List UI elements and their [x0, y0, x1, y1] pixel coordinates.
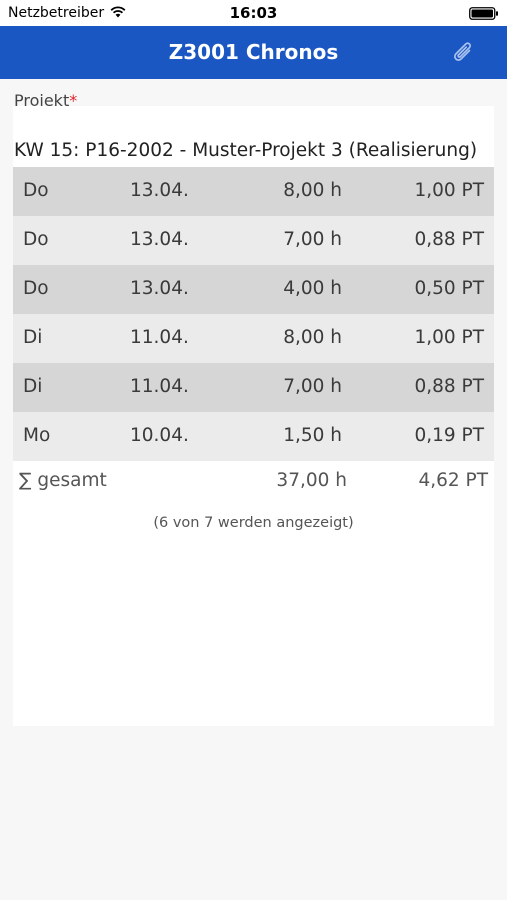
total-hours: 37,00 h: [276, 470, 347, 491]
entry-hours: 8,00 h: [283, 180, 342, 201]
entry-hours: 7,00 h: [283, 229, 342, 250]
entry-day: Mo: [23, 425, 51, 446]
entry-hours: 7,00 h: [283, 376, 342, 397]
entry-day: Di: [23, 327, 43, 348]
entry-row[interactable]: Do 13.04. 8,00 h 1,00 PT: [13, 167, 494, 216]
entry-hours: 1,50 h: [283, 425, 342, 446]
shown-count-note: (6 von 7 werden angezeigt): [153, 515, 354, 531]
entry-person-days: 0,88 PT: [414, 229, 484, 250]
entry-day: Do: [23, 278, 49, 299]
total-row: ∑ gesamt 37,00 h 4,62 PT: [13, 470, 494, 496]
entry-date: 13.04.: [130, 278, 189, 299]
entry-row[interactable]: Mo 10.04. 1,50 h 0,19 PT: [13, 412, 494, 461]
entry-person-days: 0,19 PT: [414, 425, 484, 446]
battery-icon: [469, 7, 498, 20]
entry-day: Do: [23, 180, 49, 201]
paperclip-icon[interactable]: [449, 38, 479, 68]
navigation-bar: Z3001 Chronos: [0, 26, 507, 79]
entry-day: Do: [23, 229, 49, 250]
entry-row[interactable]: Do 13.04. 7,00 h 0,88 PT: [13, 216, 494, 265]
entry-row[interactable]: Di 11.04. 8,00 h 1,00 PT: [13, 314, 494, 363]
entry-row[interactable]: Do 13.04. 4,00 h 0,50 PT: [13, 265, 494, 314]
entry-date: 11.04.: [130, 376, 189, 397]
entry-date: 10.04.: [130, 425, 189, 446]
status-time: 16:03: [229, 4, 278, 22]
status-bar: Netzbetreiber 16:03: [0, 0, 507, 26]
popup-title: KW 15: P16-2002 - Muster-Projekt 3 (Real…: [14, 140, 478, 161]
time-entries-popup: KW 15: P16-2002 - Muster-Projekt 3 (Real…: [13, 106, 494, 726]
entry-person-days: 1,00 PT: [414, 180, 484, 201]
total-person-days: 4,62 PT: [418, 470, 488, 491]
entry-person-days: 0,88 PT: [414, 376, 484, 397]
entry-day: Di: [23, 376, 43, 397]
nav-title: Z3001 Chronos: [168, 40, 339, 64]
entry-row[interactable]: Di 11.04. 7,00 h 0,88 PT: [13, 363, 494, 412]
entry-person-days: 0,50 PT: [414, 278, 484, 299]
entry-hours: 8,00 h: [283, 327, 342, 348]
entry-date: 13.04.: [130, 180, 189, 201]
entry-date: 11.04.: [130, 327, 189, 348]
entry-hours: 4,00 h: [283, 278, 342, 299]
total-label: ∑ gesamt: [19, 470, 107, 491]
entry-date: 13.04.: [130, 229, 189, 250]
entries-list: Do 13.04. 8,00 h 1,00 PT Do 13.04. 7,00 …: [13, 167, 494, 461]
entry-person-days: 1,00 PT: [414, 327, 484, 348]
